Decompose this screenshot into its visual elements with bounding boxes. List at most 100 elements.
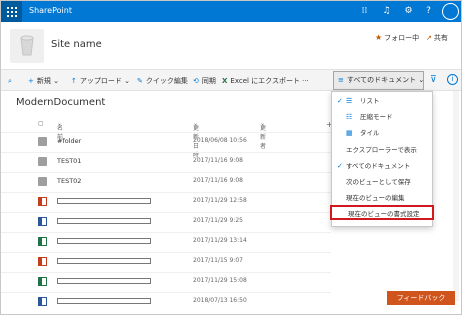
redacted-file-name[interactable] bbox=[57, 218, 151, 224]
view-menu-item[interactable]: ✓ すべてのドキュメント bbox=[332, 159, 432, 174]
share-button[interactable]: ↗ 共有 bbox=[426, 33, 448, 43]
table-row[interactable]: 2017/11/15 9:07 bbox=[1, 252, 331, 270]
column-modified-by[interactable]: 更新者 ⌄ bbox=[260, 120, 266, 150]
notifications-icon[interactable]: ♫ bbox=[380, 5, 393, 18]
sync-button[interactable]: ⟲ 同期 bbox=[193, 74, 216, 88]
follow-label: フォロー中 bbox=[384, 34, 420, 42]
modified-date: 2017/11/15 9:07 bbox=[193, 257, 243, 264]
edit-icon: ✎ bbox=[137, 77, 143, 85]
site-name[interactable]: Site name bbox=[51, 39, 102, 50]
redacted-file-name[interactable] bbox=[57, 238, 151, 244]
column-name[interactable]: 名前 ⌄ bbox=[57, 120, 63, 141]
view-menu-item[interactable]: ☷ 圧縮モード bbox=[332, 110, 432, 125]
plus-icon: + bbox=[28, 77, 34, 85]
checkmark-icon: ✓ bbox=[337, 161, 343, 170]
sync-label: 同期 bbox=[201, 77, 216, 85]
view-menu-item-label: 現在のビューの書式設定 bbox=[348, 210, 420, 218]
view-menu: ✓ ☰ リスト ☷ 圧縮モード ▦ タイル エクスプローラーで表示 ✓ すべてのドキュメント 次のビ… bbox=[330, 91, 434, 227]
file-name[interactable]: TEST02 bbox=[57, 177, 81, 185]
command-bar: ⌕ + 新規 ⌄ ↑ アップロード ⌄ ✎ クイック編集 ⟲ 同期 X Excel にエク… bbox=[1, 69, 461, 91]
quick-edit-button[interactable]: ✎ クイック編集 bbox=[137, 74, 188, 88]
suite-bar: SharePoint ⁞⁞ ♫ ⚙ ? bbox=[1, 1, 461, 22]
modified-date: 2018/07/13 16:50 bbox=[193, 297, 247, 304]
scrollbar[interactable] bbox=[453, 91, 459, 301]
settings-icon[interactable]: ⚙ bbox=[402, 5, 415, 18]
modified-date: 2017/11/29 15:08 bbox=[193, 277, 247, 284]
info-icon[interactable]: i bbox=[447, 74, 458, 85]
view-menu-item[interactable]: ✓ ☰ リスト bbox=[332, 94, 432, 109]
follow-button[interactable]: ★ フォロー中 bbox=[375, 33, 419, 43]
view-menu-item-label: すべてのドキュメント bbox=[346, 161, 411, 170]
view-menu-item-label: 圧縮モード bbox=[360, 113, 393, 122]
document-icon bbox=[38, 297, 47, 306]
folder-icon bbox=[38, 157, 47, 166]
view-menu-item[interactable]: 次のビューとして保存 bbox=[332, 175, 432, 190]
list-icon: ☰ bbox=[346, 97, 353, 105]
modified-date: 2017/11/29 9:25 bbox=[193, 217, 243, 224]
view-label: すべてのドキュメント bbox=[346, 76, 417, 84]
document-icon bbox=[38, 277, 47, 286]
view-menu-item[interactable]: 現在のビューの編集 bbox=[332, 191, 432, 206]
redacted-file-name[interactable] bbox=[57, 278, 151, 284]
file-name[interactable]: #folder bbox=[57, 137, 81, 145]
table-row[interactable]: 2017/11/29 12:58 bbox=[1, 192, 331, 210]
upload-icon: ↑ bbox=[71, 77, 77, 85]
help-icon[interactable]: ? bbox=[422, 5, 435, 18]
view-menu-item[interactable]: エクスプローラーで表示 bbox=[332, 143, 432, 158]
sync-icon: ⟲ bbox=[193, 77, 199, 85]
view-menu-item-label: リスト bbox=[360, 97, 380, 105]
table-row[interactable]: #folder 2018/06/08 10:56 bbox=[1, 132, 331, 150]
upload-label: アップロード bbox=[79, 77, 122, 85]
redacted-file-name[interactable] bbox=[57, 298, 151, 304]
redacted-file-name[interactable] bbox=[57, 258, 151, 264]
redacted-file-name[interactable] bbox=[57, 198, 151, 204]
document-icon bbox=[38, 237, 47, 246]
view-menu-item-label: エクスプローラーで表示 bbox=[346, 145, 417, 154]
avatar[interactable] bbox=[442, 3, 459, 20]
excel-icon: X bbox=[222, 77, 228, 85]
search-icon[interactable]: ⌕ bbox=[8, 74, 12, 88]
more-button[interactable]: ··· bbox=[302, 74, 309, 88]
view-menu-item-label: タイル bbox=[360, 129, 380, 138]
star-icon: ★ bbox=[375, 33, 383, 42]
feedback-button[interactable]: フィードバック bbox=[387, 291, 455, 305]
document-icon bbox=[38, 197, 47, 206]
table-row[interactable]: 2017/11/29 13:14 bbox=[1, 232, 331, 250]
tiles-icon: ▦ bbox=[346, 129, 353, 138]
column-modified[interactable]: 更新日時 ⌄ bbox=[193, 120, 199, 159]
modified-date: 2017/11/29 12:58 bbox=[193, 197, 247, 204]
table-row[interactable]: TEST02 2017/11/16 9:08 bbox=[1, 172, 331, 190]
new-label: 新規 bbox=[36, 77, 51, 85]
table-row[interactable]: 2018/07/13 16:50 bbox=[1, 292, 331, 310]
upload-button[interactable]: ↑ アップロード ⌄ bbox=[71, 74, 130, 88]
library-title: ModernDocument bbox=[16, 97, 106, 108]
view-menu-item[interactable]: 現在のビューの書式設定 bbox=[330, 205, 434, 220]
app-launcher-icon[interactable] bbox=[1, 1, 22, 22]
sharepoint-window: SharePoint ⁞⁞ ♫ ⚙ ? Site name ★ フォロー中 ↗ 共有… bbox=[0, 0, 462, 315]
share-icon: ↗ bbox=[426, 34, 432, 42]
new-button[interactable]: + 新規 ⌄ bbox=[28, 74, 59, 88]
site-logo[interactable] bbox=[10, 29, 44, 63]
export-excel-button[interactable]: X Excel にエクスポート bbox=[222, 74, 300, 88]
file-name[interactable]: TEST01 bbox=[57, 157, 81, 165]
modified-date: 2017/11/16 9:08 bbox=[193, 157, 243, 164]
brand-name[interactable]: SharePoint bbox=[29, 6, 72, 15]
apps-grid-icon[interactable]: ⁞⁞ bbox=[358, 5, 371, 18]
view-menu-item[interactable]: ▦ タイル bbox=[332, 126, 432, 141]
view-menu-item-label: 現在のビューの編集 bbox=[346, 194, 405, 203]
checkmark-icon: ✓ bbox=[337, 97, 343, 105]
filter-icon[interactable]: ⊽ bbox=[430, 75, 437, 85]
table-row[interactable]: 2017/11/29 9:25 bbox=[1, 212, 331, 230]
folder-icon bbox=[38, 177, 47, 186]
view-switcher-button[interactable]: ≡ すべてのドキュメント ⌄ bbox=[333, 71, 424, 90]
quick-edit-label: クイック編集 bbox=[145, 77, 188, 85]
file-type-column-icon[interactable]: ▢ bbox=[38, 120, 44, 127]
modified-date: 2017/11/29 13:14 bbox=[193, 237, 247, 244]
share-label: 共有 bbox=[433, 34, 448, 42]
folder-icon bbox=[38, 137, 47, 146]
view-menu-item-label: 次のビューとして保存 bbox=[346, 178, 411, 186]
modified-date: 2018/06/08 10:56 bbox=[193, 137, 247, 144]
table-row[interactable]: 2017/11/29 15:08 bbox=[1, 272, 331, 290]
compact-list-icon: ☷ bbox=[346, 113, 353, 122]
table-row[interactable]: TEST01 2017/11/16 9:08 bbox=[1, 152, 331, 170]
